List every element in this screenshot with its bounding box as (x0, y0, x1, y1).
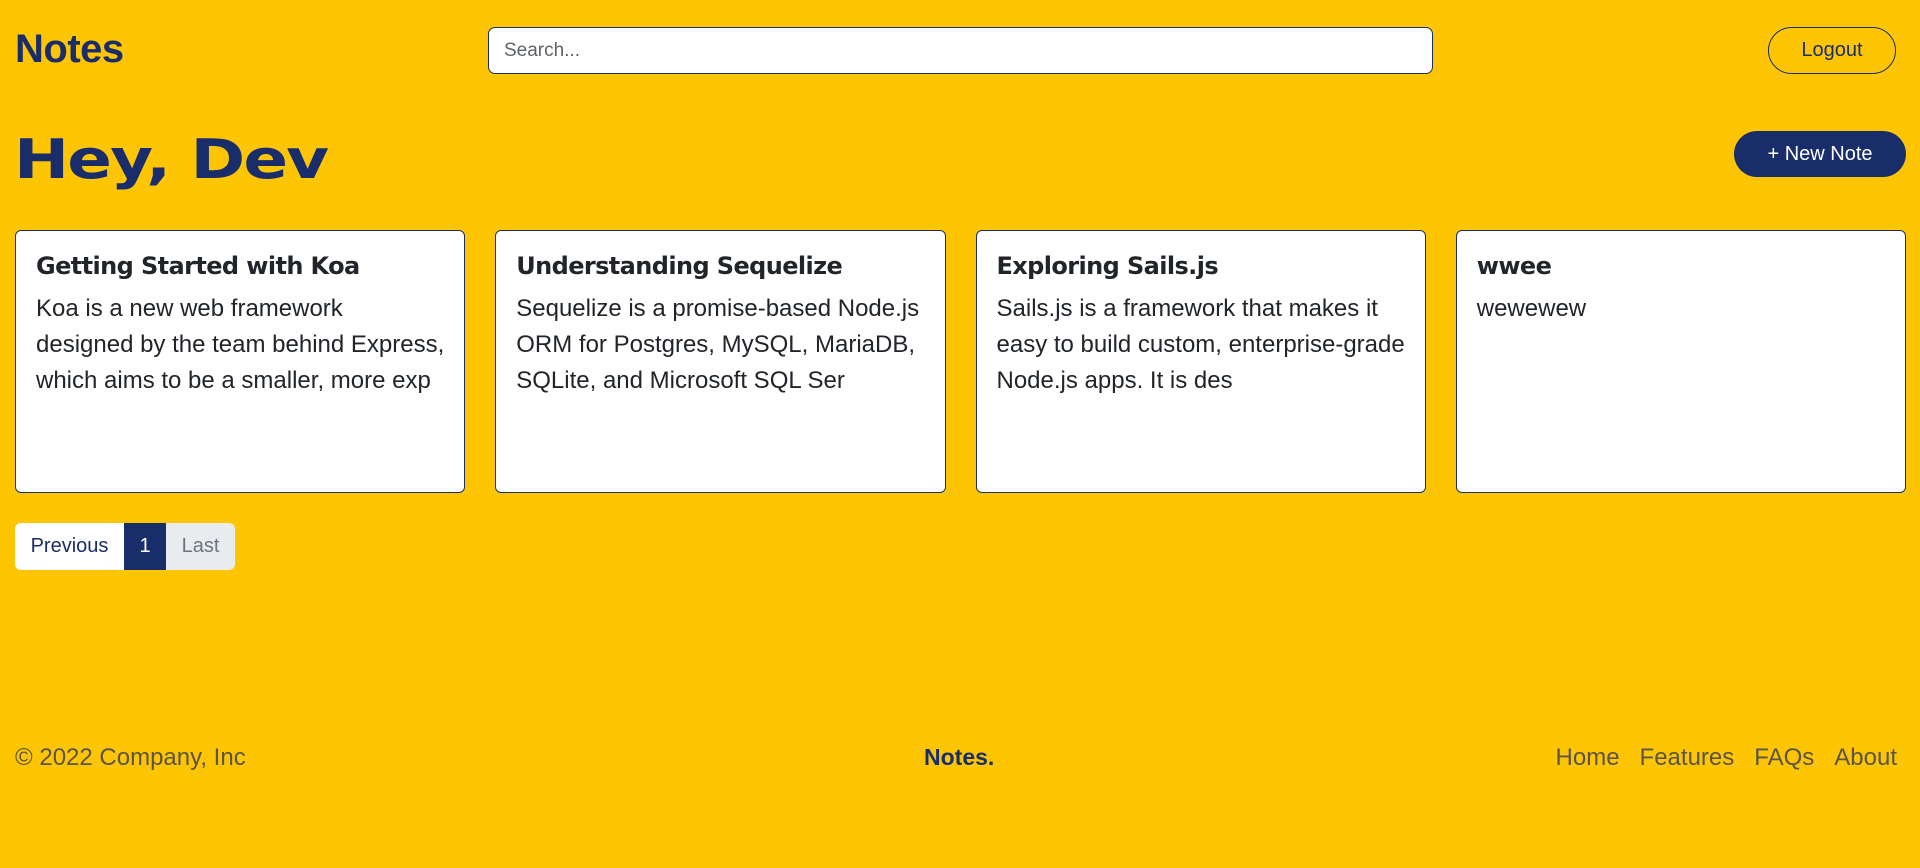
logout-button[interactable]: Logout (1768, 27, 1896, 74)
pagination-last-button[interactable]: Last (166, 523, 235, 570)
note-title: Understanding Sequelize (516, 252, 843, 280)
footer-brand[interactable]: Notes. (924, 744, 994, 771)
note-title: wwee (1476, 252, 1552, 280)
note-card[interactable]: wwee wewewew (1455, 230, 1906, 493)
search-input[interactable] (488, 27, 1433, 74)
note-body: Sequelize is a promise-based Node.js ORM… (516, 295, 920, 394)
note-body: Sails.js is a framework that makes it ea… (996, 295, 1405, 394)
note-card[interactable]: Exploring Sails.js Sails.js is a framewo… (975, 230, 1426, 493)
pagination-page-1[interactable]: 1 (124, 523, 166, 570)
note-body: wewewew (1476, 295, 1587, 322)
notes-grid: Getting Started with Koa Koa is a new we… (15, 230, 1906, 493)
copyright-text: © 2022 Company, Inc (15, 744, 246, 771)
footer-nav: Home Features FAQs About (1556, 744, 1897, 772)
footer-link-about[interactable]: About (1834, 744, 1897, 772)
new-note-button[interactable]: + New Note (1734, 131, 1906, 177)
note-title: Exploring Sails.js (996, 252, 1219, 280)
footer-link-faqs[interactable]: FAQs (1754, 744, 1814, 772)
pagination-previous-button[interactable]: Previous (15, 523, 124, 570)
page: Notes Logout Hey, Dev + New Note Getting… (0, 0, 1920, 868)
footer-link-home[interactable]: Home (1556, 744, 1620, 772)
note-card[interactable]: Understanding Sequelize Sequelize is a p… (495, 230, 946, 493)
note-card[interactable]: Getting Started with Koa Koa is a new we… (15, 230, 466, 493)
pagination: Previous 1 Last (15, 523, 235, 570)
note-title: Getting Started with Koa (36, 252, 360, 280)
brand-logo[interactable]: Notes (15, 26, 124, 72)
header: Notes Logout (0, 0, 1920, 100)
page-title: Hey, Dev (14, 128, 329, 191)
note-body: Koa is a new web framework designed by t… (36, 295, 445, 394)
footer: © 2022 Company, Inc Notes. Home Features… (0, 740, 1920, 778)
footer-link-features[interactable]: Features (1640, 744, 1735, 772)
